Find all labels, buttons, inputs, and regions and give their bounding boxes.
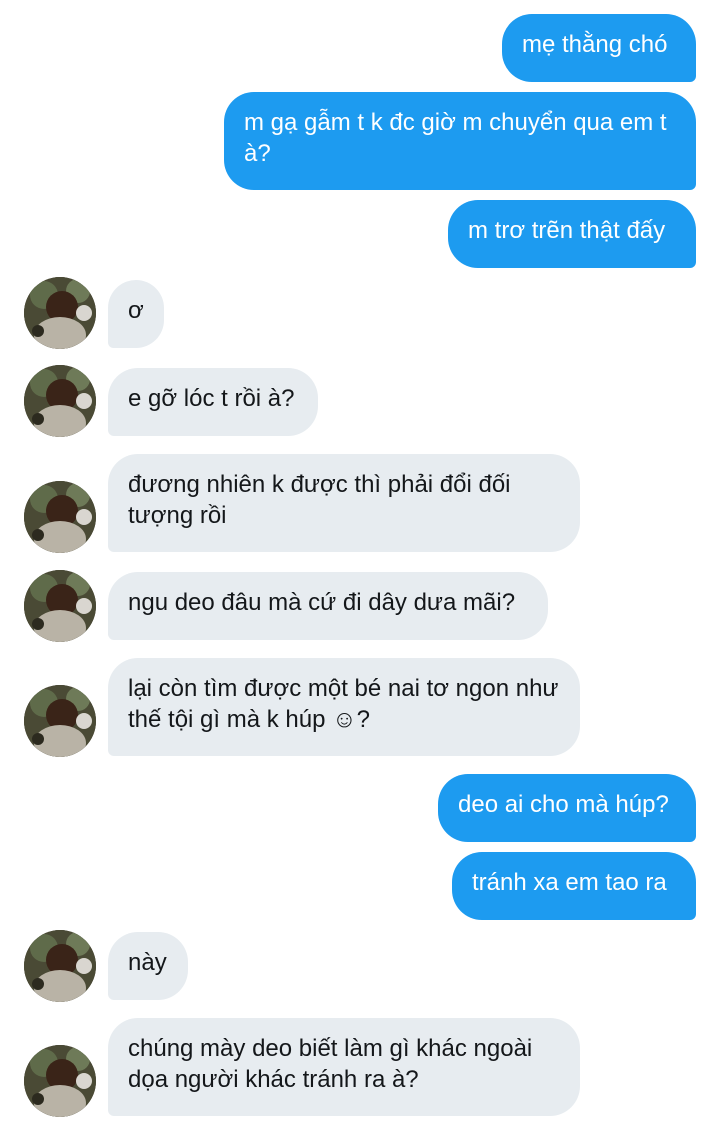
message-bubble-incoming[interactable]: e gỡ lóc t rồi à? xyxy=(108,368,318,436)
message-bubble-outgoing[interactable]: mẹ thằng chó xyxy=(502,14,696,82)
avatar[interactable] xyxy=(24,365,96,437)
message-bubble-outgoing[interactable]: tránh xa em tao ra xyxy=(452,852,696,920)
message-bubble-incoming[interactable]: lại còn tìm được một bé nai tơ ngon như … xyxy=(108,658,580,756)
message-bubble-outgoing[interactable]: m trơ trẽn thật đấy xyxy=(448,200,696,268)
message-bubble-outgoing[interactable]: m gạ gẫm t k đc giờ m chuyển qua em t à? xyxy=(224,92,696,190)
avatar[interactable] xyxy=(24,685,96,757)
message-bubble-incoming[interactable]: ngu deo đâu mà cứ đi dây dưa mãi? xyxy=(108,572,548,640)
message-bubble-incoming[interactable]: chúng mày deo biết làm gì khác ngoài dọa… xyxy=(108,1018,580,1116)
message-bubble-incoming[interactable]: này xyxy=(108,932,188,1000)
avatar[interactable] xyxy=(24,481,96,553)
avatar[interactable] xyxy=(24,1045,96,1117)
message-bubble-outgoing[interactable]: deo ai cho mà húp? xyxy=(438,774,696,842)
message-bubble-incoming[interactable]: ơ xyxy=(108,280,164,348)
avatar[interactable] xyxy=(24,277,96,349)
message-bubble-incoming[interactable]: đương nhiên k được thì phải đổi đối tượn… xyxy=(108,454,580,552)
avatar[interactable] xyxy=(24,570,96,642)
avatar[interactable] xyxy=(24,930,96,1002)
